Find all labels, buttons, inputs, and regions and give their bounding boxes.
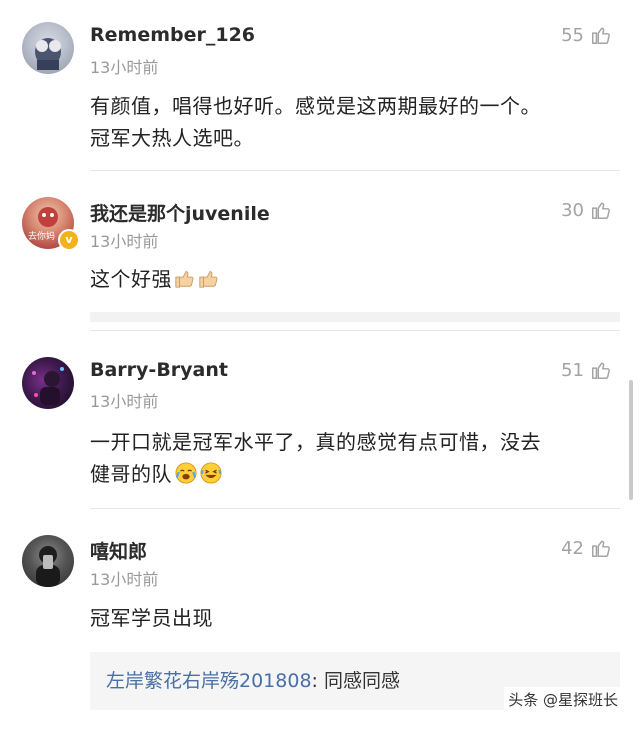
comment-text-line: 冠军大热人选吧。 bbox=[90, 126, 254, 150]
timestamp: 13小时前 bbox=[90, 232, 159, 251]
avatar-figure-icon bbox=[35, 38, 61, 70]
avatar-photo-icon bbox=[32, 367, 64, 405]
crying-face-icon bbox=[175, 462, 197, 484]
reply-username[interactable]: 左岸繁花右岸殇201808 bbox=[106, 670, 312, 692]
comment-text: 一开口就是冠军水平了，真的感觉有点可惜，没去 健哥的队 bbox=[90, 426, 620, 490]
avatar[interactable] bbox=[22, 22, 74, 74]
reply-separator: : bbox=[311, 670, 324, 692]
watermark: 头条 @星探班长 bbox=[504, 687, 622, 712]
username[interactable]: Barry-Bryant bbox=[90, 359, 228, 381]
comment-text-line-2: 健哥的队 bbox=[90, 458, 620, 490]
scrollbar[interactable] bbox=[629, 380, 633, 500]
divider bbox=[90, 170, 620, 171]
timestamp: 13小时前 bbox=[90, 570, 159, 589]
verified-badge-icon: v bbox=[58, 229, 80, 251]
comment-text-line: 健哥的队 bbox=[90, 462, 172, 486]
thumbs-up-icon bbox=[592, 202, 610, 219]
avatar-caption: 去你妈 bbox=[28, 232, 56, 242]
username[interactable]: 我还是那个juvenile bbox=[90, 199, 270, 226]
reply-text: 同感同感 bbox=[323, 670, 400, 692]
avatar-photo-icon bbox=[36, 546, 60, 587]
divider bbox=[90, 508, 620, 509]
avatar[interactable] bbox=[22, 357, 74, 409]
comment-text: 这个好强 bbox=[90, 263, 620, 295]
comment-text-content: 这个好强 bbox=[90, 267, 172, 291]
divider bbox=[90, 312, 620, 322]
thumbs-up-icon bbox=[199, 271, 218, 288]
like-button[interactable]: 55 bbox=[561, 24, 612, 46]
comment-text: 有颜值，唱得也好听。感觉是这两期最好的一个。 冠军大热人选吧。 bbox=[90, 90, 620, 154]
comment-text: 冠军学员出现 bbox=[90, 606, 213, 630]
like-button[interactable]: 30 bbox=[561, 199, 612, 221]
thumbs-up-icon bbox=[592, 27, 610, 44]
comment-text-line: 有颜值，唱得也好听。感觉是这两期最好的一个。 bbox=[90, 94, 541, 118]
thumbs-up-icon bbox=[175, 271, 194, 288]
username[interactable]: 嘻知郎 bbox=[90, 537, 147, 564]
timestamp: 13小时前 bbox=[90, 392, 159, 411]
username[interactable]: Remember_126 bbox=[90, 24, 255, 46]
like-count: 30 bbox=[561, 199, 584, 221]
thumbs-up-icon bbox=[592, 540, 610, 557]
like-button[interactable]: 42 bbox=[561, 537, 612, 559]
laughing-face-icon bbox=[200, 462, 222, 484]
like-count: 55 bbox=[561, 24, 584, 46]
divider bbox=[90, 330, 620, 331]
avatar[interactable] bbox=[22, 535, 74, 587]
thumbs-up-icon bbox=[592, 362, 610, 379]
comment-text-line: 一开口就是冠军水平了，真的感觉有点可惜，没去 bbox=[90, 430, 541, 454]
like-count: 42 bbox=[561, 537, 584, 559]
like-button[interactable]: 51 bbox=[561, 359, 612, 381]
like-count: 51 bbox=[561, 359, 584, 381]
timestamp: 13小时前 bbox=[90, 58, 159, 77]
